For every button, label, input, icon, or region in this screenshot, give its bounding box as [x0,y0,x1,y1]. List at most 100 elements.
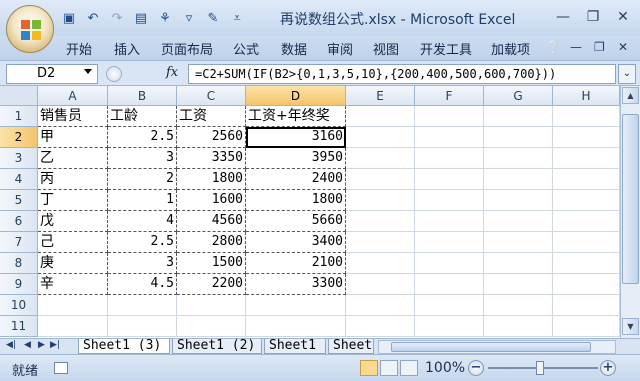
redo-icon[interactable]: ↷ [108,10,126,26]
row-header-7[interactable]: 7 [0,232,38,253]
row-header-2[interactable]: 2 [0,127,38,148]
row-header-9[interactable]: 9 [0,274,38,295]
cell-c3[interactable]: 3350 [177,148,246,169]
column-header-b[interactable]: B [108,86,177,106]
scroll-down-icon[interactable]: ▼ [622,318,639,335]
formula-bar-expand-icon[interactable]: ⌄ [618,64,636,84]
tab-developer[interactable]: 开发工具 [420,39,472,58]
cell-f8[interactable] [415,253,484,274]
sheet-tab-sheet1[interactable]: Sheet1 [264,339,326,354]
scroll-up-icon[interactable]: ▲ [622,87,639,104]
horizontal-scroll-thumb[interactable] [391,342,591,352]
horizontal-scrollbar[interactable] [378,340,616,354]
cell-b6[interactable]: 4 [108,211,177,232]
cell-g7[interactable] [484,232,553,253]
cell-c4[interactable]: 1800 [177,169,246,190]
column-header-d[interactable]: D [246,86,346,106]
print-preview-icon[interactable]: ▤ [132,10,150,26]
cell-h8[interactable] [553,253,620,274]
row-header-6[interactable]: 6 [0,211,38,232]
cell-e7[interactable] [346,232,415,253]
row-header-4[interactable]: 4 [0,169,38,190]
row-header-1[interactable]: 1 [0,106,38,127]
row-header-11[interactable]: 11 [0,316,38,337]
cell-c2[interactable]: 2560 [177,127,246,148]
cell-a10[interactable] [38,295,108,316]
cell-b4[interactable]: 2 [108,169,177,190]
row-header-3[interactable]: 3 [0,148,38,169]
cell-d6[interactable]: 5660 [246,211,346,232]
tab-review[interactable]: 审阅 [327,39,353,58]
cell-d8[interactable]: 2100 [246,253,346,274]
cell-f4[interactable] [415,169,484,190]
tab-addins[interactable]: 加载项 [491,39,530,58]
cell-d7[interactable]: 3400 [246,232,346,253]
column-header-f[interactable]: F [415,86,484,106]
cell-g1[interactable] [484,106,553,127]
cell-c6[interactable]: 4560 [177,211,246,232]
save-icon[interactable]: ▣ [60,10,78,26]
macro-record-icon[interactable] [54,362,68,374]
tab-data[interactable]: 数据 [281,39,307,58]
cell-a2[interactable]: 甲 [38,127,108,148]
cell-d1[interactable]: 工资+年终奖 [246,106,346,127]
zoom-level[interactable]: 100% [425,360,465,376]
column-header-g[interactable]: G [484,86,553,106]
normal-view-icon[interactable] [360,360,378,376]
cell-f1[interactable] [415,106,484,127]
cell-a11[interactable] [38,316,108,337]
column-header-c[interactable]: C [177,86,246,106]
cell-a1[interactable]: 销售员 [38,106,108,127]
cell-h2[interactable] [553,127,620,148]
cell-f6[interactable] [415,211,484,232]
zoom-in-icon[interactable]: + [600,360,616,376]
tab-view[interactable]: 视图 [373,39,399,58]
cell-e10[interactable] [346,295,415,316]
cell-f9[interactable] [415,274,484,295]
cell-f10[interactable] [415,295,484,316]
ribbon-restore-icon[interactable]: ❐ [594,40,605,54]
ribbon-close-icon[interactable]: ✕ [618,40,628,54]
cell-g10[interactable] [484,295,553,316]
cell-d11[interactable] [246,316,346,337]
ribbon-minimize-icon[interactable]: — [570,40,582,54]
undo-icon[interactable]: ↶ [84,10,102,26]
insert-function-button[interactable]: fx [166,65,178,80]
minimize-button[interactable]: — [548,6,578,28]
cell-e9[interactable] [346,274,415,295]
cell-b5[interactable]: 1 [108,190,177,211]
cell-c7[interactable]: 2800 [177,232,246,253]
cell-g5[interactable] [484,190,553,211]
cell-g9[interactable] [484,274,553,295]
cell-g6[interactable] [484,211,553,232]
tab-formulas[interactable]: 公式 [233,39,259,58]
zoom-slider-thumb[interactable] [536,361,544,375]
cell-b10[interactable] [108,295,177,316]
row-header-10[interactable]: 10 [0,295,38,316]
row-header-5[interactable]: 5 [0,190,38,211]
cell-b2[interactable]: 2.5 [108,127,177,148]
cell-f5[interactable] [415,190,484,211]
customize-arrow-icon[interactable]: ⩡ [228,10,246,26]
prev-sheet-icon[interactable]: ◀ [24,340,31,350]
vertical-scrollbar[interactable]: ▲ ▼ [620,86,640,338]
formula-input[interactable]: =C2+SUM(IF(B2>{0,1,3,5,10},{200,400,500,… [188,64,616,84]
office-button[interactable] [6,5,54,53]
cell-b3[interactable]: 3 [108,148,177,169]
cell-f11[interactable] [415,316,484,337]
cell-e4[interactable] [346,169,415,190]
sheet-tab-sheet1-2[interactable]: Sheet1 (2) [172,339,262,354]
cell-h1[interactable] [553,106,620,127]
cell-b9[interactable]: 4.5 [108,274,177,295]
cell-e2[interactable] [346,127,415,148]
cell-f7[interactable] [415,232,484,253]
cell-a3[interactable]: 乙 [38,148,108,169]
worksheet-grid[interactable]: A B C D E F G H 1 销售员 工龄 工资 工资+年终奖 2 甲 2.5 2560 3160 3 乙 3 33… [0,86,620,338]
cell-d5[interactable]: 1800 [246,190,346,211]
cell-c5[interactable]: 1600 [177,190,246,211]
cell-a9[interactable]: 辛 [38,274,108,295]
last-sheet-icon[interactable]: ▶| [50,340,60,350]
column-header-a[interactable]: A [38,86,108,106]
cell-e11[interactable] [346,316,415,337]
cell-a7[interactable]: 己 [38,232,108,253]
